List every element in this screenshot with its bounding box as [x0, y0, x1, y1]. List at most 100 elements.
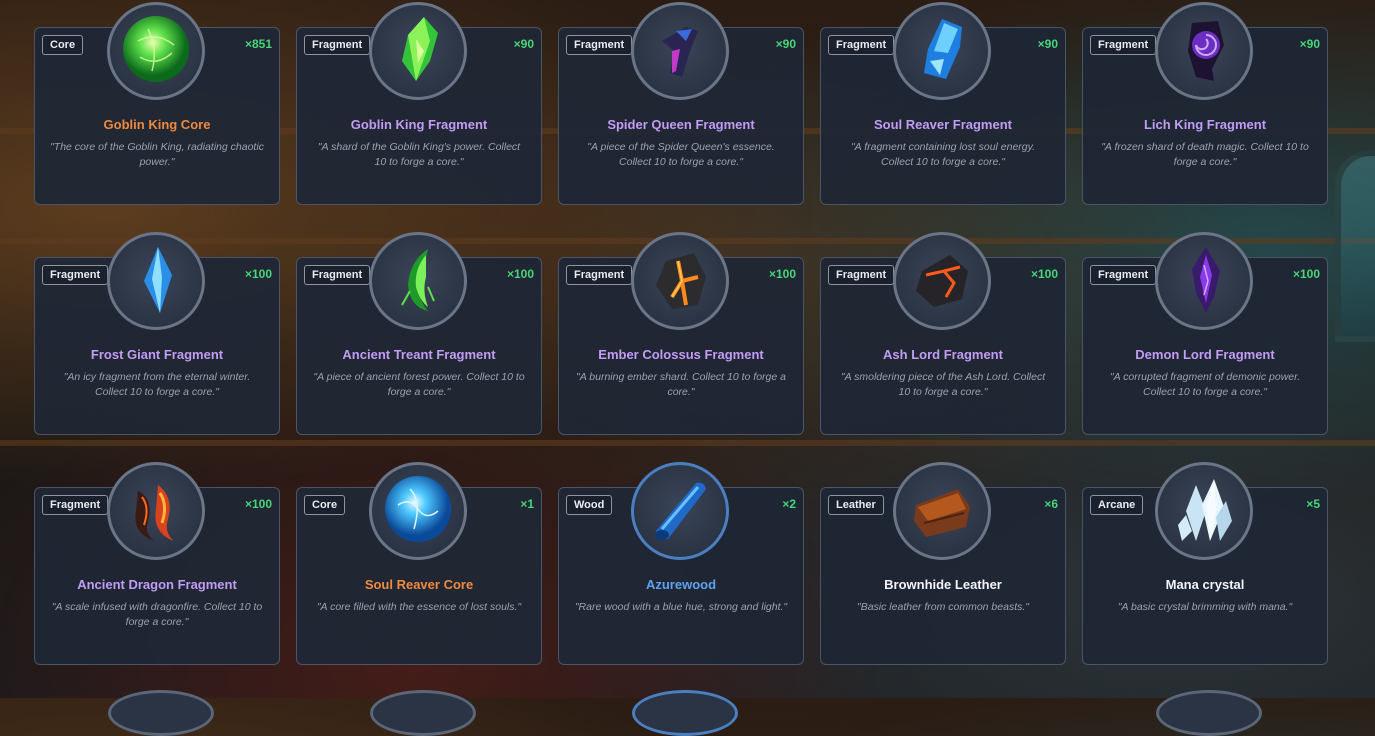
lich-king-fragment-icon [1166, 11, 1242, 92]
item-name: Ash Lord Fragment [883, 347, 1003, 362]
item-name: Soul Reaver Fragment [874, 117, 1012, 132]
inventory-item-card[interactable]: Fragment ×100 Demon Lord Fragment "A corrup… [1082, 232, 1328, 435]
goblin-king-core-icon [118, 11, 194, 92]
spider-queen-fragment-icon [642, 11, 718, 92]
item-category-badge: Arcane [1090, 495, 1144, 515]
inventory-item-card[interactable]: Fragment ×100 Ash Lord Fragment "A smolderi… [820, 232, 1066, 435]
inventory-item-card[interactable]: Wood ×2 Azurewood "Rare wood with a blue hu… [558, 462, 804, 665]
item-description: "A basic crystal brimming with mana." [1117, 601, 1293, 613]
item-description: "A scale infused with dragonfire. Collec… [51, 601, 263, 628]
item-name: Lich King Fragment [1143, 117, 1267, 132]
item-description: "A shard of the Goblin King's power. Col… [317, 141, 521, 168]
item-orb-partial[interactable] [370, 690, 476, 736]
inventory-item-card[interactable]: Fragment ×100 Frost Giant Fragment "An icy … [34, 232, 280, 435]
item-icon-frame[interactable] [107, 462, 205, 560]
item-orb-partial[interactable] [1156, 690, 1262, 736]
item-icon-frame[interactable] [631, 2, 729, 100]
ash-lord-fragment-icon [904, 241, 980, 322]
item-category-badge: Fragment [566, 265, 633, 285]
item-quantity: ×90 [1037, 37, 1058, 51]
item-category-badge: Fragment [42, 495, 109, 515]
item-category-badge: Core [42, 35, 84, 55]
item-quantity: ×90 [775, 37, 796, 51]
inventory-grid: Core ×851 Goblin King Core "The core of the… [0, 0, 1375, 698]
azurewood-icon [642, 471, 718, 552]
item-name: Azurewood [645, 577, 717, 592]
item-quantity: ×1 [520, 497, 534, 511]
item-orb-partial[interactable] [108, 690, 214, 736]
goblin-king-fragment-icon [380, 11, 456, 92]
item-name: Goblin King Core [103, 117, 211, 132]
item-category-badge: Fragment [42, 265, 109, 285]
item-orb-partial[interactable] [632, 690, 738, 736]
item-icon-frame[interactable] [369, 462, 467, 560]
item-quantity: ×100 [244, 497, 272, 511]
inventory-item-card[interactable]: Fragment ×90 Lich King Fragment "A frozen s… [1082, 2, 1328, 205]
item-description: "A fragment containing lost soul energy.… [850, 141, 1036, 168]
item-icon-frame[interactable] [1155, 2, 1253, 100]
item-quantity: ×2 [782, 497, 796, 511]
item-icon-frame[interactable] [1155, 232, 1253, 330]
item-description: "A corrupted fragment of demonic power. … [1109, 371, 1301, 398]
mana-crystal-icon [1166, 471, 1242, 552]
item-name: Frost Giant Fragment [90, 347, 224, 362]
item-quantity: ×5 [1306, 497, 1320, 511]
inventory-item-card[interactable]: Fragment ×100 Ancient Treant Fragment "A pi… [296, 232, 542, 435]
ancient-dragon-fragment-icon [118, 471, 194, 552]
item-name: Spider Queen Fragment [607, 117, 755, 132]
inventory-item-card[interactable]: Leather ×6 Brownhide Leather "Basic leather… [820, 462, 1066, 665]
brownhide-leather-icon [904, 471, 980, 552]
item-name: Ancient Treant Fragment [342, 347, 496, 362]
item-category-badge: Fragment [566, 35, 633, 55]
frost-giant-fragment-icon [118, 241, 194, 322]
item-description: "Rare wood with a blue hue, strong and l… [574, 601, 788, 613]
item-icon-frame[interactable] [107, 232, 205, 330]
item-icon-frame[interactable] [1155, 462, 1253, 560]
item-icon-frame[interactable] [631, 232, 729, 330]
soul-reaver-core-icon [380, 471, 456, 552]
ember-colossus-fragment-icon [642, 241, 718, 322]
item-description: "A piece of the Spider Queen's essence. … [587, 141, 775, 168]
item-description: "A piece of ancient forest power. Collec… [313, 371, 525, 398]
inventory-item-card[interactable]: Fragment ×90 Goblin King Fragment "A shard … [296, 2, 542, 205]
item-description: "A smoldering piece of the Ash Lord. Col… [840, 371, 1046, 398]
item-icon-frame[interactable] [893, 2, 991, 100]
item-category-badge: Fragment [828, 35, 895, 55]
item-icon-frame[interactable] [107, 2, 205, 100]
item-description: "A frozen shard of death magic. Collect … [1101, 141, 1309, 168]
item-quantity: ×100 [1292, 267, 1320, 281]
item-description: "An icy fragment from the eternal winter… [63, 371, 251, 398]
item-quantity: ×90 [513, 37, 534, 51]
item-category-badge: Fragment [304, 35, 371, 55]
item-category-badge: Core [304, 495, 346, 515]
item-quantity: ×100 [768, 267, 796, 281]
item-quantity: ×100 [1030, 267, 1058, 281]
item-icon-frame[interactable] [631, 462, 729, 560]
item-icon-frame[interactable] [369, 2, 467, 100]
item-icon-frame[interactable] [893, 232, 991, 330]
item-quantity: ×100 [506, 267, 534, 281]
item-name: Demon Lord Fragment [1135, 347, 1275, 362]
item-name: Ancient Dragon Fragment [77, 577, 237, 592]
demon-lord-fragment-icon [1166, 241, 1242, 322]
item-description: "A burning ember shard. Collect 10 to fo… [576, 371, 786, 398]
item-name: Brownhide Leather [884, 577, 1002, 592]
inventory-item-card[interactable]: Core ×1 Soul Reaver Core "A core filled wit… [296, 462, 542, 665]
item-category-badge: Fragment [304, 265, 371, 285]
item-description: "A core filled with the essence of lost … [316, 601, 522, 613]
item-name: Mana crystal [1165, 577, 1245, 592]
inventory-item-card[interactable]: Fragment ×100 Ember Colossus Fragment "A bu… [558, 232, 804, 435]
item-icon-frame[interactable] [893, 462, 991, 560]
inventory-item-card[interactable]: Core ×851 Goblin King Core "The core of the… [34, 2, 280, 205]
inventory-item-card[interactable]: Fragment ×100 Ancient Dragon Fragment "A sc… [34, 462, 280, 665]
item-category-badge: Wood [566, 495, 613, 515]
ancient-treant-fragment-icon [380, 241, 456, 322]
inventory-item-card[interactable]: Fragment ×90 Soul Reaver Fragment "A fragme… [820, 2, 1066, 205]
item-name: Ember Colossus Fragment [598, 347, 764, 362]
item-quantity: ×90 [1299, 37, 1320, 51]
inventory-item-card[interactable]: Fragment ×90 Spider Queen Fragment "A piece… [558, 2, 804, 205]
item-icon-frame[interactable] [369, 232, 467, 330]
item-description: "Basic leather from common beasts." [856, 601, 1030, 613]
inventory-item-card[interactable]: Arcane ×5 Mana crystal "A basic crystal bri… [1082, 462, 1328, 665]
soul-reaver-fragment-icon [904, 11, 980, 92]
